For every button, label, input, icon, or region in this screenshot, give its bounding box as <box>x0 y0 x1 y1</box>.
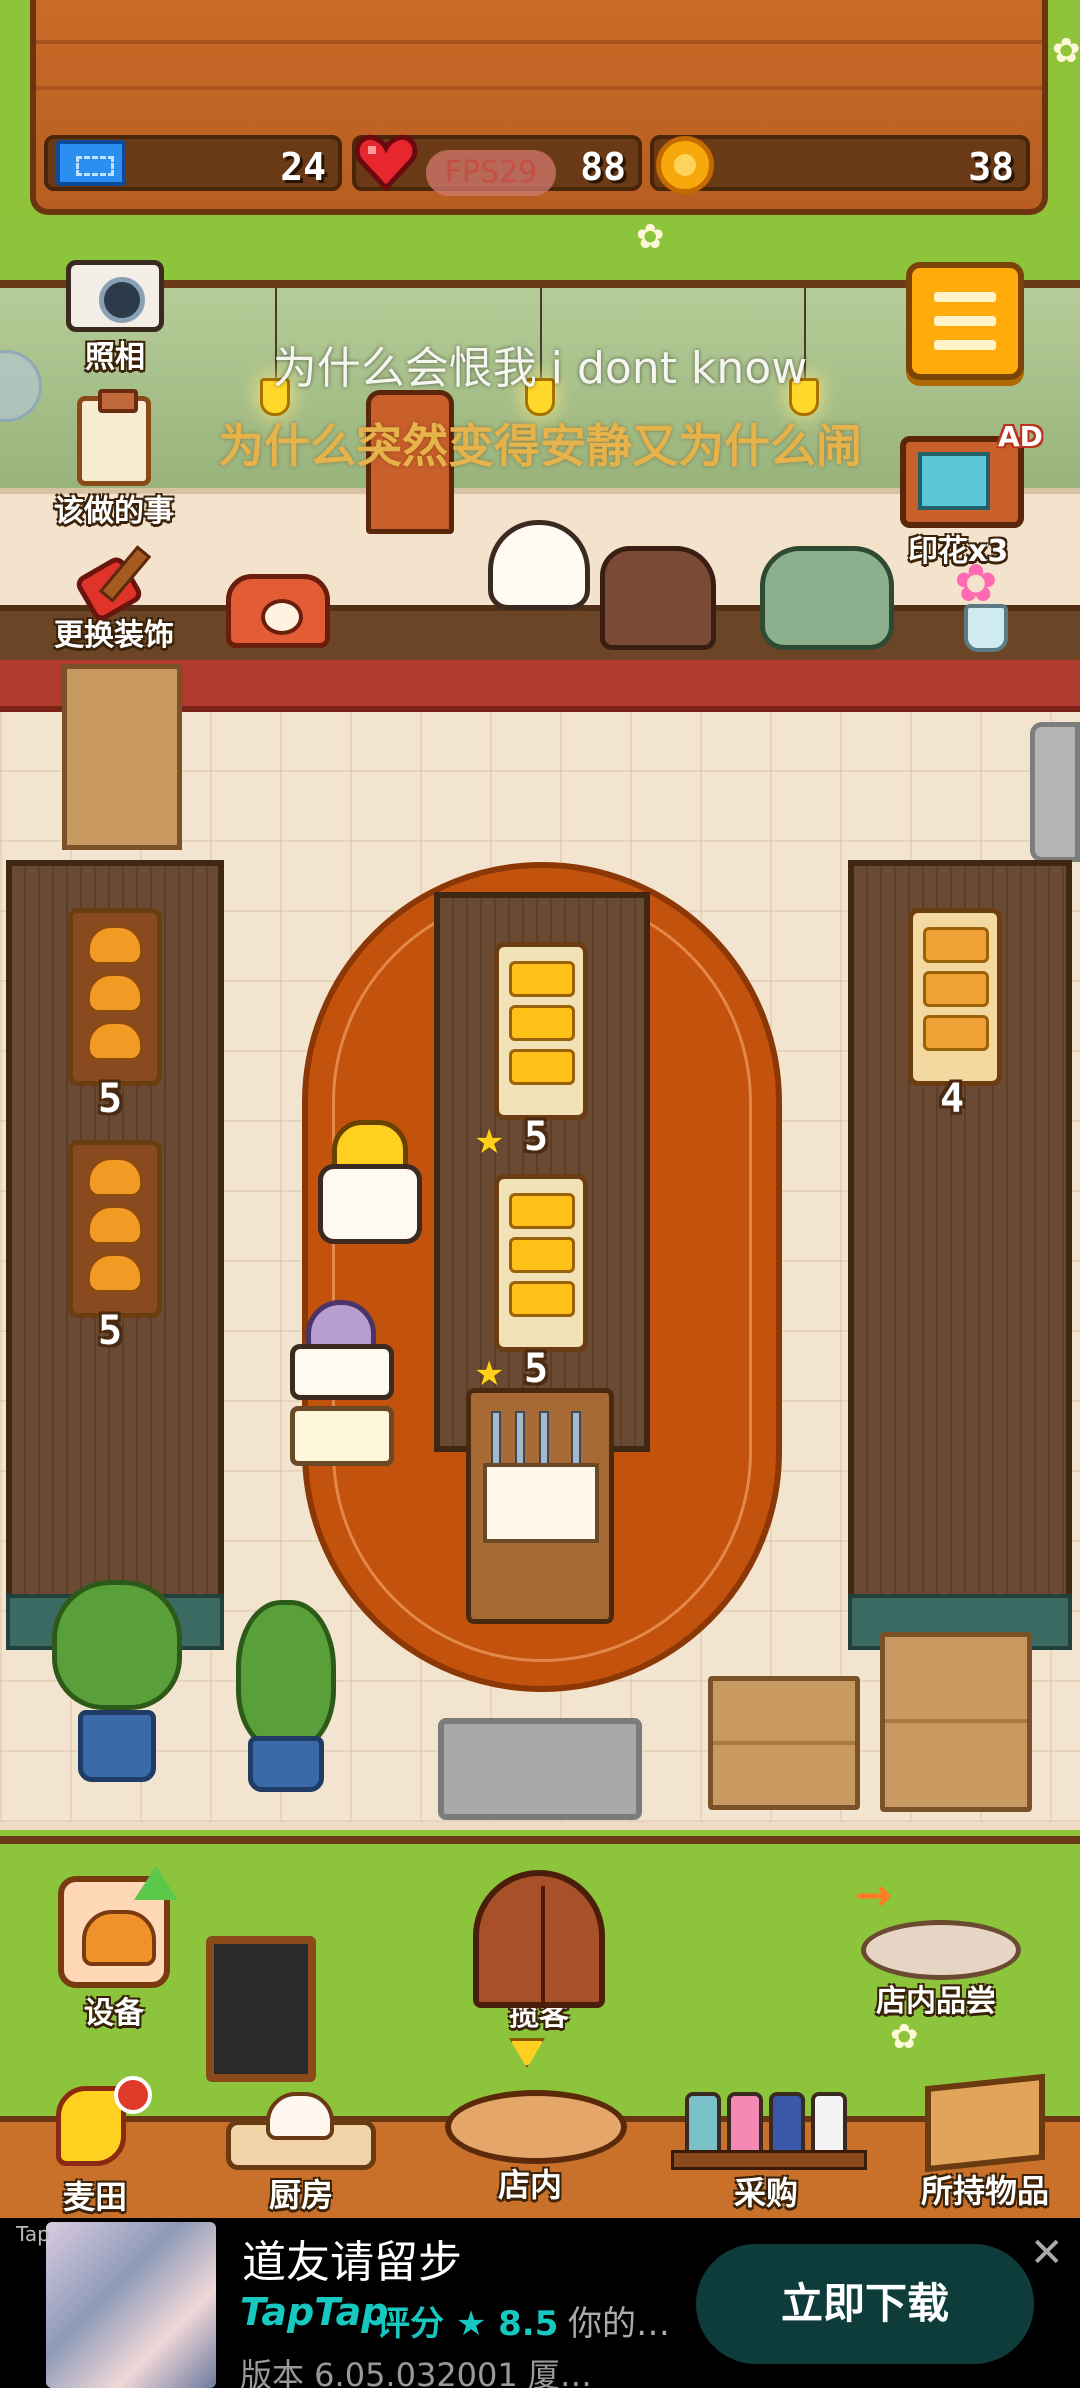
cake-tray[interactable] <box>494 1174 588 1352</box>
entrance-mat <box>438 1718 642 1820</box>
rock-decor <box>600 546 716 650</box>
upgrade-arrow-icon <box>134 1866 178 1900</box>
attract-customers-button[interactable]: 揽客 <box>464 1870 614 2034</box>
baker-character[interactable] <box>318 1120 422 1250</box>
star-icon: ★ <box>474 1122 505 1162</box>
potted-plant-icon <box>236 1600 336 1800</box>
ad-rating: 评分 ★ 8.5 <box>376 2304 559 2344</box>
bread-loaf-tray[interactable] <box>908 908 1002 1086</box>
bun-tray-count: 5 <box>98 1076 123 1122</box>
nav-purchase-label: 采购 <box>733 2174 798 2212</box>
bun-tray[interactable] <box>68 1140 162 1318</box>
heart-icon <box>354 134 418 192</box>
taptap-logo: TapTap <box>240 2290 389 2334</box>
equipment-label: 设备 <box>84 1996 144 2031</box>
todo-label: 该做的事 <box>54 494 174 529</box>
cake-tray[interactable] <box>494 942 588 1120</box>
flower-decor <box>1052 34 1080 68</box>
wooden-crate <box>708 1676 860 1810</box>
nav-kitchen-label: 厨房 <box>268 2176 333 2214</box>
decor-label: 更换装饰 <box>54 618 174 653</box>
ad-version: 版本 6.05.032001 厦… <box>240 2356 592 2388</box>
box-icon <box>925 2073 1045 2173</box>
tasting-label: 店内品尝 <box>876 1984 996 2019</box>
fps-indicator: FPS29 <box>426 150 556 196</box>
ad-corner-label: Tap <box>16 2222 50 2246</box>
bread-tray-count: 4 <box>940 1076 965 1122</box>
nav-field-label: 麦田 <box>62 2178 127 2216</box>
clipboard-icon <box>77 389 151 486</box>
flower-decor <box>636 220 670 254</box>
nav-items-label: 所持物品 <box>920 2172 1049 2210</box>
shop-shelf-icon <box>671 2086 867 2170</box>
bread-basket-icon <box>445 2060 627 2164</box>
heart-count: 88 <box>580 145 626 189</box>
bun-tray[interactable] <box>68 908 162 1086</box>
nav-items[interactable]: 所持物品 <box>900 2073 1070 2212</box>
wooden-crate <box>880 1632 1032 1812</box>
bun-tray-count: 5 <box>98 1308 123 1354</box>
teapot-icon <box>760 546 894 650</box>
telephone-icon[interactable] <box>226 574 330 648</box>
side-door <box>1030 722 1080 862</box>
ghost-mascot[interactable] <box>488 520 590 610</box>
paint-brush-icon <box>74 540 154 610</box>
shop-door-icon <box>473 1870 605 2008</box>
photo-label: 照相 <box>85 340 145 375</box>
nav-purchase[interactable]: 采购 <box>668 2086 867 2214</box>
storage-box <box>62 664 182 850</box>
ad-thumbnail[interactable] <box>46 2222 216 2388</box>
customer-character[interactable] <box>290 1300 394 1468</box>
close-icon[interactable]: ✕ <box>1030 2230 1064 2276</box>
chalkboard-menu-icon[interactable] <box>206 1936 316 2082</box>
cake-tray-count: 5 <box>524 1346 549 1392</box>
nav-store[interactable]: 店内 <box>440 2060 627 2206</box>
ad-description: 你的… <box>568 2304 670 2344</box>
download-button[interactable]: 立即下载 <box>696 2244 1034 2364</box>
dough-board-icon <box>226 2080 376 2170</box>
nav-store-label: 店内 <box>497 2166 562 2204</box>
tasting-plate-icon <box>851 1870 1021 1980</box>
coin-icon <box>656 136 714 194</box>
change-decor-button[interactable]: 更换装饰 <box>34 540 194 654</box>
wheat-icon <box>40 2076 152 2172</box>
stamp-label: 印花x3 <box>908 534 1009 569</box>
cake-tray-count: 5 <box>524 1114 549 1160</box>
ad-tag: AD <box>998 420 1043 453</box>
nav-kitchen[interactable]: 厨房 <box>216 2080 386 2216</box>
todo-button[interactable]: 该做的事 <box>34 389 194 530</box>
flower-decor <box>890 2020 924 2054</box>
potted-plant-icon <box>52 1580 182 1800</box>
ad-title[interactable]: 道友请留步 <box>242 2226 462 2290</box>
nav-field[interactable]: 麦田 <box>30 2076 160 2218</box>
ticket-icon <box>56 140 126 186</box>
flower-vase-icon <box>946 554 1018 652</box>
main-menu-button[interactable] <box>906 262 1024 380</box>
photo-button[interactable]: 照相 <box>40 260 190 376</box>
cutlery-counter[interactable] <box>466 1388 614 1624</box>
camera-icon <box>66 260 164 332</box>
in-store-tasting-button[interactable]: 店内品尝 <box>846 1870 1026 2020</box>
coin-count: 38 <box>968 145 1014 189</box>
ticket-count: 24 <box>280 145 326 189</box>
